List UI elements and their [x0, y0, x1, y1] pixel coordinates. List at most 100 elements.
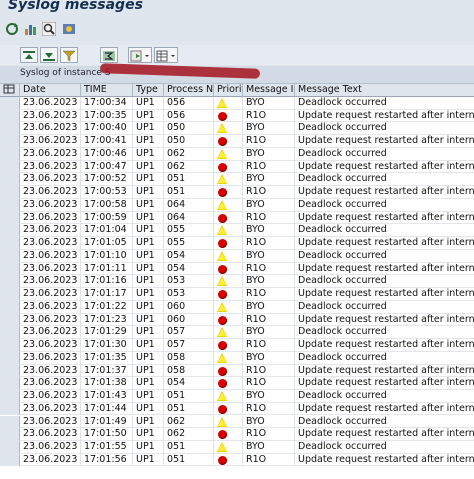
cell-proc: 051	[164, 402, 214, 416]
table-row[interactable]: 23.06.2023 17:01:05 UP1 055 R1O Update reques…	[0, 237, 474, 250]
cell-time: 17:01:37	[81, 364, 133, 378]
table-row[interactable]: 23.06.2023 17:00:34 UP1 056 BYO Deadlock occu…	[0, 97, 474, 110]
table-row[interactable]: 23.06.2023 17:00:59 UP1 064 R1O Update reques…	[0, 211, 474, 225]
align-top-icon[interactable]	[20, 47, 38, 63]
select-all-button[interactable]	[0, 84, 20, 97]
priority-cell	[214, 122, 243, 136]
cell-time: 17:01:44	[81, 402, 133, 416]
row-selector[interactable]	[0, 97, 20, 110]
row-selector[interactable]	[0, 160, 20, 174]
column-header-priority[interactable]: Priority	[214, 84, 243, 97]
cell-type: UP1	[133, 377, 164, 390]
table-row[interactable]: 23.06.2023 17:00:40 UP1 050 BYO Deadlock occu…	[0, 122, 474, 136]
cell-type: UP1	[133, 135, 164, 148]
row-selector[interactable]	[0, 122, 20, 136]
column-header-msgid[interactable]: Message ID	[243, 84, 295, 97]
table-row[interactable]: 23.06.2023 17:01:04 UP1 055 BYO Deadlock occu…	[0, 224, 474, 238]
row-selector[interactable]	[0, 198, 20, 212]
row-selector[interactable]	[0, 109, 20, 123]
row-selector[interactable]	[0, 390, 20, 403]
table-row[interactable]: 23.06.2023 17:01:35 UP1 058 BYO Deadlock occu…	[0, 351, 474, 365]
table-row[interactable]: 23.06.2023 17:01:55 UP1 051 BYO Deadlock occu…	[0, 440, 474, 454]
cell-time: 17:01:22	[81, 300, 133, 314]
table-row[interactable]: 23.06.2023 17:01:50 UP1 062 R1O Update reques…	[0, 428, 474, 441]
table-row[interactable]: 23.06.2023 17:00:53 UP1 051 R1O Update reques…	[0, 186, 474, 199]
row-selector[interactable]	[0, 440, 20, 454]
row-selector[interactable]	[0, 453, 20, 467]
cell-type: UP1	[133, 453, 164, 467]
row-selector[interactable]	[0, 351, 20, 365]
table-row[interactable]: 23.06.2023 17:01:37 UP1 058 R1O Update reques…	[0, 364, 474, 378]
cell-msgid: BYO	[243, 224, 295, 238]
error-red-dot-icon	[218, 455, 227, 465]
export-icon[interactable]	[128, 47, 152, 63]
table-row[interactable]: 23.06.2023 17:01:16 UP1 053 BYO Deadlock occu…	[0, 275, 474, 289]
row-selector[interactable]	[0, 313, 20, 327]
error-red-dot-icon	[218, 379, 227, 389]
cell-text: Update request restarted after internal …	[295, 161, 474, 174]
application-toolbar	[0, 17, 474, 42]
table-row[interactable]: 23.06.2023 17:01:56 UP1 051 R1O Update reques…	[0, 453, 474, 467]
row-selector[interactable]	[0, 364, 20, 378]
cell-proc: 051	[164, 440, 214, 454]
row-selector[interactable]	[0, 147, 20, 161]
sum-icon[interactable]	[100, 47, 118, 63]
cell-proc: 051	[164, 186, 214, 199]
row-selector[interactable]	[0, 339, 20, 352]
row-selector[interactable]	[0, 237, 20, 250]
table-row[interactable]: 23.06.2023 17:01:30 UP1 057 R1O Update reques…	[0, 339, 474, 352]
refresh-icon[interactable]	[5, 22, 19, 36]
row-selector[interactable]	[0, 326, 20, 340]
row-selector[interactable]	[0, 402, 20, 416]
column-header-date[interactable]: Date	[20, 84, 81, 97]
table-row[interactable]: 23.06.2023 17:01:44 UP1 051 R1O Update reques…	[0, 402, 474, 416]
layout-icon[interactable]	[154, 47, 178, 63]
table-row[interactable]: 23.06.2023 17:01:38 UP1 054 R1O Update reques…	[0, 377, 474, 390]
find-icon[interactable]	[42, 22, 56, 36]
row-selector[interactable]	[0, 173, 20, 187]
table-row[interactable]: 23.06.2023 17:00:35 UP1 056 R1O Update reques…	[0, 109, 474, 123]
filter-icon[interactable]	[60, 47, 78, 63]
cell-proc: 051	[164, 453, 214, 467]
table-row[interactable]: 23.06.2023 17:01:23 UP1 060 R1O Update reques…	[0, 313, 474, 327]
table-row[interactable]: 23.06.2023 17:01:17 UP1 053 R1O Update reques…	[0, 288, 474, 301]
cell-text: Update request restarted after internal …	[295, 314, 474, 327]
table-row[interactable]: 23.06.2023 17:01:11 UP1 054 R1O Update reques…	[0, 262, 474, 276]
row-selector[interactable]	[0, 415, 20, 429]
table-row[interactable]: 23.06.2023 17:00:46 UP1 062 BYO Deadlock occu…	[0, 147, 474, 161]
row-selector[interactable]	[0, 300, 20, 314]
column-header-time[interactable]: TIME	[81, 84, 133, 97]
table-row[interactable]: 23.06.2023 17:01:49 UP1 062 BYO Deadlock occu…	[0, 415, 474, 429]
cell-text: Deadlock occurred	[295, 250, 474, 263]
row-selector[interactable]	[0, 275, 20, 289]
cell-date: 23.06.2023	[20, 390, 81, 403]
column-header-text[interactable]: Message Text	[295, 84, 474, 97]
settings-icon[interactable]	[62, 22, 76, 36]
row-selector[interactable]	[0, 186, 20, 199]
error-red-dot-icon	[218, 188, 227, 198]
row-selector[interactable]	[0, 211, 20, 225]
table-row[interactable]: 23.06.2023 17:00:52 UP1 051 BYO Deadlock occu…	[0, 173, 474, 187]
table-row[interactable]: 23.06.2023 17:01:10 UP1 054 BYO Deadlock occu…	[0, 249, 474, 263]
row-selector[interactable]	[0, 135, 20, 148]
chart-icon[interactable]	[24, 22, 38, 36]
table-row[interactable]: 23.06.2023 17:00:41 UP1 050 R1O Update reques…	[0, 135, 474, 148]
table-row[interactable]: 23.06.2023 17:01:29 UP1 057 BYO Deadlock occu…	[0, 326, 474, 340]
row-selector[interactable]	[0, 428, 20, 441]
cell-proc: 054	[164, 377, 214, 390]
table-row[interactable]: 23.06.2023 17:01:22 UP1 060 BYO Deadlock occu…	[0, 300, 474, 314]
table-row[interactable]: 23.06.2023 17:00:58 UP1 064 BYO Deadlock occu…	[0, 198, 474, 212]
cell-type: UP1	[133, 173, 164, 187]
row-selector[interactable]	[0, 377, 20, 390]
row-selector[interactable]	[0, 249, 20, 263]
row-selector[interactable]	[0, 224, 20, 238]
row-selector[interactable]	[0, 288, 20, 301]
table-row[interactable]: 23.06.2023 17:01:43 UP1 051 BYO Deadlock occu…	[0, 390, 474, 403]
column-header-proc[interactable]: Process No	[164, 84, 214, 97]
column-header-type[interactable]: Type	[133, 84, 164, 97]
cell-time: 17:01:55	[81, 440, 133, 454]
align-bottom-icon[interactable]	[40, 47, 58, 63]
cell-msgid: BYO	[243, 275, 295, 289]
row-selector[interactable]	[0, 262, 20, 276]
table-row[interactable]: 23.06.2023 17:00:47 UP1 062 R1O Update reques…	[0, 160, 474, 174]
